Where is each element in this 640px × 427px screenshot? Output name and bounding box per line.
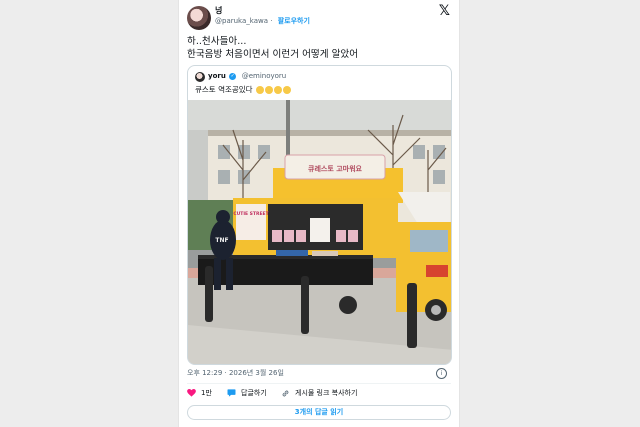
grinning-emoji-icon <box>255 86 264 94</box>
reply-icon <box>227 389 236 397</box>
quote-author-name: yoru <box>208 72 226 80</box>
quote-author-avatar <box>195 72 205 82</box>
copy-link-label: 게시물 링크 복사하기 <box>295 389 358 397</box>
tweet-card: 넝 @paruka_kawa · 팔로우하기 𝕏 하..천사들아... 한국음방… <box>178 0 460 427</box>
author-avatar[interactable] <box>187 6 211 30</box>
like-action[interactable]: 1만 <box>187 388 212 398</box>
verified-icon: ✓ <box>229 72 237 80</box>
timestamp[interactable]: 오후 12:29 · 2026년 3월 26일 <box>187 368 284 378</box>
quote-photo[interactable]: 큐레스토 고마워요 CUTIE STREET TNF <box>188 100 452 365</box>
svg-text:TNF: TNF <box>215 237 228 244</box>
x-logo-icon[interactable]: 𝕏 <box>439 3 450 19</box>
quote-author-row: yoru ✓ @eminoyoru <box>208 72 286 80</box>
author-handle-row: @paruka_kawa · 팔로우하기 <box>215 16 310 26</box>
heart-icon <box>187 389 196 397</box>
dot-separator: · <box>270 17 273 25</box>
svg-text:CUTIE STREET: CUTIE STREET <box>233 211 269 217</box>
author-name[interactable]: 넝 <box>215 5 222 16</box>
quote-text-row: 큐스토 역조공있다 <box>195 84 291 95</box>
grinning-emoji-icon <box>273 86 282 94</box>
grinning-emoji-icon <box>282 86 291 94</box>
read-replies-button[interactable]: 3개의 답글 읽기 <box>187 405 451 420</box>
like-count: 1만 <box>201 389 212 397</box>
tweet-text-line: 한국음방 처음이면서 이런거 어떻게 알았어 <box>187 49 359 60</box>
reply-action[interactable]: 답글하기 <box>227 388 267 398</box>
copy-link-action[interactable]: 게시물 링크 복사하기 <box>281 388 357 398</box>
quoted-tweet[interactable]: yoru ✓ @eminoyoru 큐스토 역조공있다 큐레스토 고마워요 CU… <box>187 65 452 365</box>
follow-button[interactable]: 팔로우하기 <box>278 17 310 25</box>
divider <box>187 383 451 384</box>
quote-text: 큐스토 역조공있다 <box>195 85 253 94</box>
link-icon <box>282 390 289 396</box>
tweet-text: 하..천사들아... 한국음방 처음이면서 이런거 어떻게 알았어 <box>187 35 358 61</box>
quote-author-handle: @eminoyoru <box>241 72 287 80</box>
author-handle[interactable]: @paruka_kawa <box>215 17 268 25</box>
tweet-text-line: 하..천사들아... <box>187 36 247 47</box>
reply-label: 답글하기 <box>241 389 267 397</box>
grinning-emoji-icon <box>264 86 273 94</box>
svg-text:큐레스토 고마워요: 큐레스토 고마워요 <box>308 164 363 173</box>
info-icon[interactable]: i <box>436 368 447 379</box>
